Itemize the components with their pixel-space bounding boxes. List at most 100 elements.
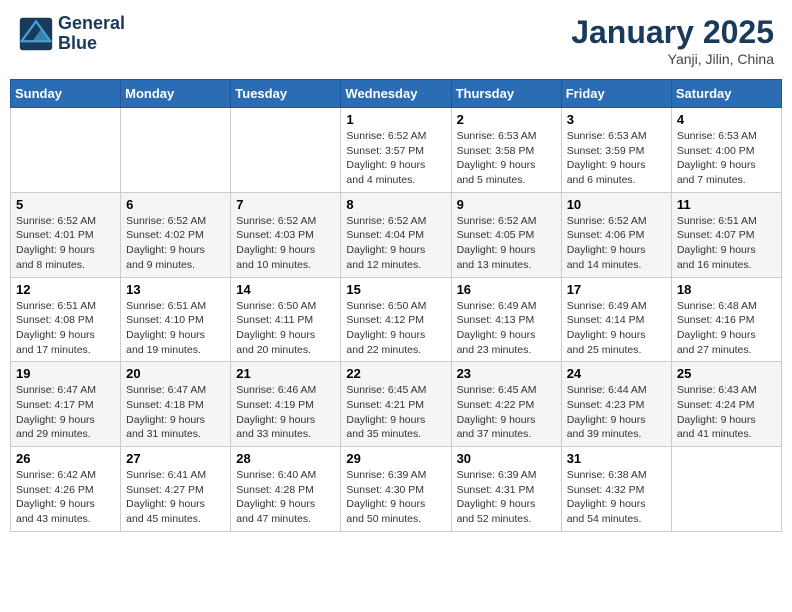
day-info: Sunrise: 6:53 AM Sunset: 4:00 PM Dayligh… — [677, 129, 776, 188]
location: Yanji, Jilin, China — [571, 51, 774, 67]
calendar-cell — [671, 447, 781, 532]
day-number: 30 — [457, 451, 556, 466]
day-number: 7 — [236, 197, 335, 212]
day-info: Sunrise: 6:45 AM Sunset: 4:22 PM Dayligh… — [457, 383, 556, 442]
day-info: Sunrise: 6:50 AM Sunset: 4:11 PM Dayligh… — [236, 299, 335, 358]
calendar-cell: 28 Sunrise: 6:40 AM Sunset: 4:28 PM Dayli… — [231, 447, 341, 532]
calendar-cell: 29 Sunrise: 6:39 AM Sunset: 4:30 PM Dayli… — [341, 447, 451, 532]
calendar-week-row: 19Sunrise: 6:47 AM Sunset: 4:17 PM Dayli… — [11, 362, 782, 447]
calendar-cell: 13Sunrise: 6:51 AM Sunset: 4:10 PM Dayli… — [121, 277, 231, 362]
calendar-cell: 16 Sunrise: 6:49 AM Sunset: 4:13 PM Dayli… — [451, 277, 561, 362]
calendar-cell: 12 Sunrise: 6:51 AM Sunset: 4:08 PM Dayli… — [11, 277, 121, 362]
day-number: 5 — [16, 197, 115, 212]
calendar-cell: 10Sunrise: 6:52 AM Sunset: 4:06 PM Dayli… — [561, 192, 671, 277]
calendar-cell: 30 Sunrise: 6:39 AM Sunset: 4:31 PM Dayli… — [451, 447, 561, 532]
day-info: Sunrise: 6:51 AM Sunset: 4:07 PM Dayligh… — [677, 214, 776, 273]
day-info: Sunrise: 6:53 AM Sunset: 3:58 PM Dayligh… — [457, 129, 556, 188]
weekday-header: Thursday — [451, 80, 561, 108]
weekday-header: Tuesday — [231, 80, 341, 108]
day-number: 16 — [457, 282, 556, 297]
day-number: 20 — [126, 366, 225, 381]
day-number: 24 — [567, 366, 666, 381]
day-number: 6 — [126, 197, 225, 212]
day-number: 10 — [567, 197, 666, 212]
calendar-cell: 22Sunrise: 6:45 AM Sunset: 4:21 PM Dayli… — [341, 362, 451, 447]
logo-icon — [18, 16, 54, 52]
calendar-cell: 31 Sunrise: 6:38 AM Sunset: 4:32 PM Dayli… — [561, 447, 671, 532]
day-number: 31 — [567, 451, 666, 466]
calendar-week-row: 26 Sunrise: 6:42 AM Sunset: 4:26 PM Dayli… — [11, 447, 782, 532]
page-header: General Blue January 2025 Yanji, Jilin, … — [10, 10, 782, 71]
calendar-cell: 3Sunrise: 6:53 AM Sunset: 3:59 PM Daylig… — [561, 108, 671, 193]
day-number: 8 — [346, 197, 445, 212]
calendar-cell: 14 Sunrise: 6:50 AM Sunset: 4:11 PM Dayli… — [231, 277, 341, 362]
day-number: 4 — [677, 112, 776, 127]
title-block: January 2025 Yanji, Jilin, China — [571, 14, 774, 67]
day-number: 9 — [457, 197, 556, 212]
day-info: Sunrise: 6:47 AM Sunset: 4:18 PM Dayligh… — [126, 383, 225, 442]
calendar-cell: 2 Sunrise: 6:53 AM Sunset: 3:58 PM Daylig… — [451, 108, 561, 193]
calendar-cell: 20 Sunrise: 6:47 AM Sunset: 4:18 PM Dayli… — [121, 362, 231, 447]
calendar-cell: 1 Sunrise: 6:52 AM Sunset: 3:57 PM Daylig… — [341, 108, 451, 193]
day-info: Sunrise: 6:40 AM Sunset: 4:28 PM Dayligh… — [236, 468, 335, 527]
day-number: 26 — [16, 451, 115, 466]
day-number: 13 — [126, 282, 225, 297]
weekday-header-row: SundayMondayTuesdayWednesdayThursdayFrid… — [11, 80, 782, 108]
calendar-cell — [121, 108, 231, 193]
weekday-header: Saturday — [671, 80, 781, 108]
day-info: Sunrise: 6:45 AM Sunset: 4:21 PM Dayligh… — [346, 383, 445, 442]
calendar-cell: 4 Sunrise: 6:53 AM Sunset: 4:00 PM Daylig… — [671, 108, 781, 193]
calendar-cell: 7 Sunrise: 6:52 AM Sunset: 4:03 PM Daylig… — [231, 192, 341, 277]
day-number: 18 — [677, 282, 776, 297]
calendar-cell: 5 Sunrise: 6:52 AM Sunset: 4:01 PM Daylig… — [11, 192, 121, 277]
weekday-header: Monday — [121, 80, 231, 108]
day-info: Sunrise: 6:52 AM Sunset: 4:04 PM Dayligh… — [346, 214, 445, 273]
calendar-cell: 25Sunrise: 6:43 AM Sunset: 4:24 PM Dayli… — [671, 362, 781, 447]
day-number: 14 — [236, 282, 335, 297]
calendar-cell: 23 Sunrise: 6:45 AM Sunset: 4:22 PM Dayli… — [451, 362, 561, 447]
day-info: Sunrise: 6:52 AM Sunset: 4:02 PM Dayligh… — [126, 214, 225, 273]
day-info: Sunrise: 6:38 AM Sunset: 4:32 PM Dayligh… — [567, 468, 666, 527]
day-number: 1 — [346, 112, 445, 127]
day-number: 28 — [236, 451, 335, 466]
logo: General Blue — [18, 14, 125, 54]
day-info: Sunrise: 6:46 AM Sunset: 4:19 PM Dayligh… — [236, 383, 335, 442]
day-info: Sunrise: 6:51 AM Sunset: 4:08 PM Dayligh… — [16, 299, 115, 358]
calendar-cell — [231, 108, 341, 193]
calendar-cell: 8 Sunrise: 6:52 AM Sunset: 4:04 PM Daylig… — [341, 192, 451, 277]
day-info: Sunrise: 6:49 AM Sunset: 4:13 PM Dayligh… — [457, 299, 556, 358]
weekday-header: Friday — [561, 80, 671, 108]
day-info: Sunrise: 6:49 AM Sunset: 4:14 PM Dayligh… — [567, 299, 666, 358]
day-number: 21 — [236, 366, 335, 381]
day-number: 27 — [126, 451, 225, 466]
calendar-cell: 21 Sunrise: 6:46 AM Sunset: 4:19 PM Dayli… — [231, 362, 341, 447]
weekday-header: Sunday — [11, 80, 121, 108]
day-info: Sunrise: 6:39 AM Sunset: 4:31 PM Dayligh… — [457, 468, 556, 527]
day-info: Sunrise: 6:52 AM Sunset: 3:57 PM Dayligh… — [346, 129, 445, 188]
calendar-cell: 11Sunrise: 6:51 AM Sunset: 4:07 PM Dayli… — [671, 192, 781, 277]
day-info: Sunrise: 6:44 AM Sunset: 4:23 PM Dayligh… — [567, 383, 666, 442]
day-number: 29 — [346, 451, 445, 466]
day-info: Sunrise: 6:42 AM Sunset: 4:26 PM Dayligh… — [16, 468, 115, 527]
calendar-cell: 27 Sunrise: 6:41 AM Sunset: 4:27 PM Dayli… — [121, 447, 231, 532]
day-number: 2 — [457, 112, 556, 127]
logo-line2: Blue — [58, 34, 125, 54]
day-info: Sunrise: 6:52 AM Sunset: 4:01 PM Dayligh… — [16, 214, 115, 273]
logo-line1: General — [58, 14, 125, 34]
day-number: 23 — [457, 366, 556, 381]
day-number: 17 — [567, 282, 666, 297]
month-title: January 2025 — [571, 14, 774, 51]
day-number: 12 — [16, 282, 115, 297]
day-info: Sunrise: 6:53 AM Sunset: 3:59 PM Dayligh… — [567, 129, 666, 188]
calendar-table: SundayMondayTuesdayWednesdayThursdayFrid… — [10, 79, 782, 532]
day-info: Sunrise: 6:41 AM Sunset: 4:27 PM Dayligh… — [126, 468, 225, 527]
calendar-cell: 19Sunrise: 6:47 AM Sunset: 4:17 PM Dayli… — [11, 362, 121, 447]
day-info: Sunrise: 6:47 AM Sunset: 4:17 PM Dayligh… — [16, 383, 115, 442]
day-number: 25 — [677, 366, 776, 381]
day-info: Sunrise: 6:39 AM Sunset: 4:30 PM Dayligh… — [346, 468, 445, 527]
calendar-week-row: 1 Sunrise: 6:52 AM Sunset: 3:57 PM Daylig… — [11, 108, 782, 193]
calendar-cell: 6 Sunrise: 6:52 AM Sunset: 4:02 PM Daylig… — [121, 192, 231, 277]
day-info: Sunrise: 6:48 AM Sunset: 4:16 PM Dayligh… — [677, 299, 776, 358]
day-info: Sunrise: 6:52 AM Sunset: 4:03 PM Dayligh… — [236, 214, 335, 273]
day-number: 15 — [346, 282, 445, 297]
